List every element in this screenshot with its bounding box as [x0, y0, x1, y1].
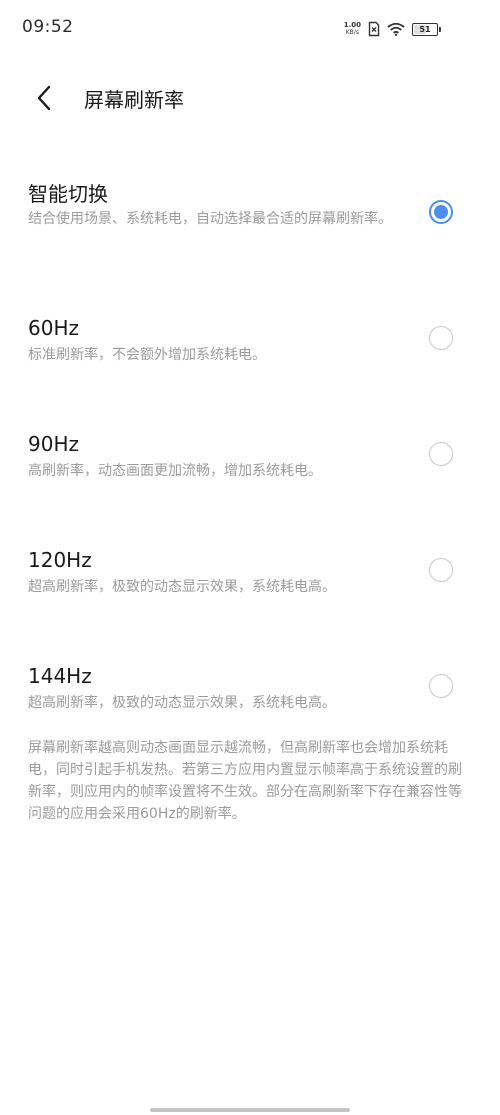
wifi-icon: [387, 22, 405, 36]
sim-no-service-icon: [368, 21, 380, 37]
net-speed-value: 1.00: [343, 21, 361, 29]
option-144hz[interactable]: 144Hz 超高刷新率，极致的动态显示效果，系统耗电高。: [0, 658, 500, 728]
net-speed-unit: KB/s: [345, 29, 359, 36]
status-icons: 1.00 KB/s 51: [344, 18, 441, 40]
status-time: 09:52: [22, 17, 74, 37]
radio-button[interactable]: [429, 674, 453, 698]
option-description: 结合使用场景、系统耗电，自动选择最合适的屏幕刷新率。: [28, 211, 392, 227]
home-indicator[interactable]: [150, 1108, 350, 1112]
option-90hz[interactable]: 90Hz 高刷新率，动态画面更加流畅，增加系统耗电。: [0, 426, 500, 496]
option-60hz[interactable]: 60Hz 标准刷新率，不会额外增加系统耗电。: [0, 310, 500, 380]
net-speed: 1.00 KB/s: [344, 21, 361, 37]
page-title: 屏幕刷新率: [84, 88, 184, 112]
option-120hz[interactable]: 120Hz 超高刷新率，极致的动态显示效果，系统耗电高。: [0, 542, 500, 612]
option-description: 超高刷新率，极致的动态显示效果，系统耗电高。: [28, 579, 336, 595]
radio-button[interactable]: [429, 442, 453, 466]
chevron-left-icon: [37, 85, 51, 111]
footnote: 屏幕刷新率越高则动态画面显示越流畅，但高刷新率也会增加系统耗电，同时引起手机发热…: [28, 740, 462, 822]
option-smart-switch[interactable]: 智能切换 结合使用场景、系统耗电，自动选择最合适的屏幕刷新率。: [0, 172, 500, 262]
option-title: 60Hz: [28, 316, 79, 340]
option-title: 144Hz: [28, 664, 92, 688]
option-description: 标准刷新率，不会额外增加系统耗电。: [28, 347, 266, 363]
battery-level: 51: [419, 24, 431, 34]
battery-icon: 51: [412, 22, 441, 36]
option-title: 120Hz: [28, 548, 92, 572]
radio-button[interactable]: [429, 200, 453, 224]
back-button[interactable]: [28, 82, 60, 114]
option-description: 高刷新率，动态画面更加流畅，增加系统耗电。: [28, 463, 322, 479]
header: 屏幕刷新率: [0, 72, 500, 124]
radio-button[interactable]: [429, 326, 453, 350]
option-description: 超高刷新率，极致的动态显示效果，系统耗电高。: [28, 695, 336, 711]
option-title: 90Hz: [28, 432, 79, 456]
screen: 09:52 1.00 KB/s 51 屏幕刷新率 智能切换 结合使用场景、系统耗…: [0, 0, 500, 1115]
option-title: 智能切换: [28, 182, 108, 206]
radio-button[interactable]: [429, 558, 453, 582]
status-bar: 09:52 1.00 KB/s 51: [0, 0, 500, 56]
